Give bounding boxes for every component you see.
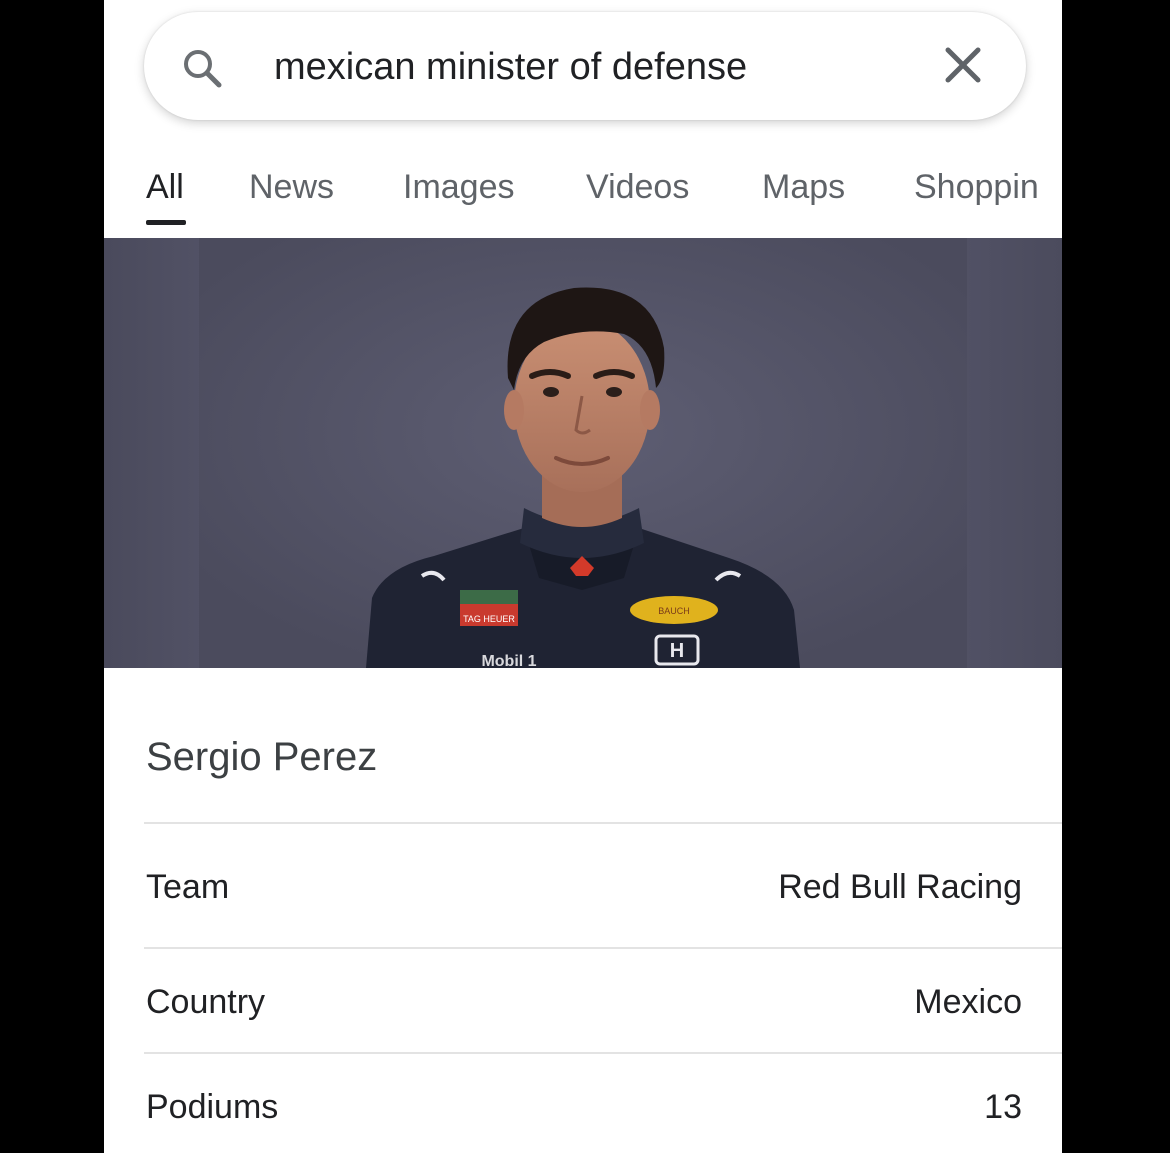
- entity-name: Sergio Perez: [146, 735, 378, 779]
- tab-active-indicator: [146, 220, 186, 225]
- team-value[interactable]: Red Bull Racing: [778, 868, 1022, 907]
- tab-images[interactable]: Images: [403, 168, 515, 207]
- tab-all[interactable]: All: [146, 168, 184, 207]
- search-tabs: All News Images Videos Maps Shoppin: [104, 150, 1062, 238]
- team-label: Team: [146, 868, 230, 906]
- tab-videos[interactable]: Videos: [586, 168, 689, 207]
- mobil-logo: Mobil 1: [481, 653, 536, 668]
- podiums-value: 13: [984, 1088, 1022, 1126]
- search-input[interactable]: mexican minister of defense: [274, 46, 747, 89]
- close-icon[interactable]: [938, 40, 988, 90]
- country-label: Country: [146, 983, 266, 1021]
- podiums-label: Podiums: [146, 1088, 279, 1126]
- tab-maps[interactable]: Maps: [762, 168, 845, 207]
- search-results-screen: mexican minister of defense All News Ima…: [104, 0, 1062, 1153]
- driver-portrait: TAG HEUER BAUCH Mobil 1 H: [199, 238, 967, 668]
- divider: [144, 1052, 1062, 1054]
- svg-text:TAG HEUER: TAG HEUER: [463, 614, 515, 624]
- hero-photo[interactable]: TAG HEUER BAUCH Mobil 1 H: [104, 238, 1062, 668]
- divider: [144, 947, 1062, 949]
- search-bar[interactable]: mexican minister of defense: [144, 12, 1026, 120]
- divider: [144, 822, 1062, 824]
- country-value[interactable]: Mexico: [914, 983, 1022, 1022]
- svg-text:H: H: [670, 640, 684, 662]
- search-icon[interactable]: [178, 44, 226, 92]
- tab-shopping[interactable]: Shoppin: [914, 168, 1039, 207]
- svg-text:BAUCH: BAUCH: [658, 606, 690, 616]
- tab-news[interactable]: News: [249, 168, 334, 207]
